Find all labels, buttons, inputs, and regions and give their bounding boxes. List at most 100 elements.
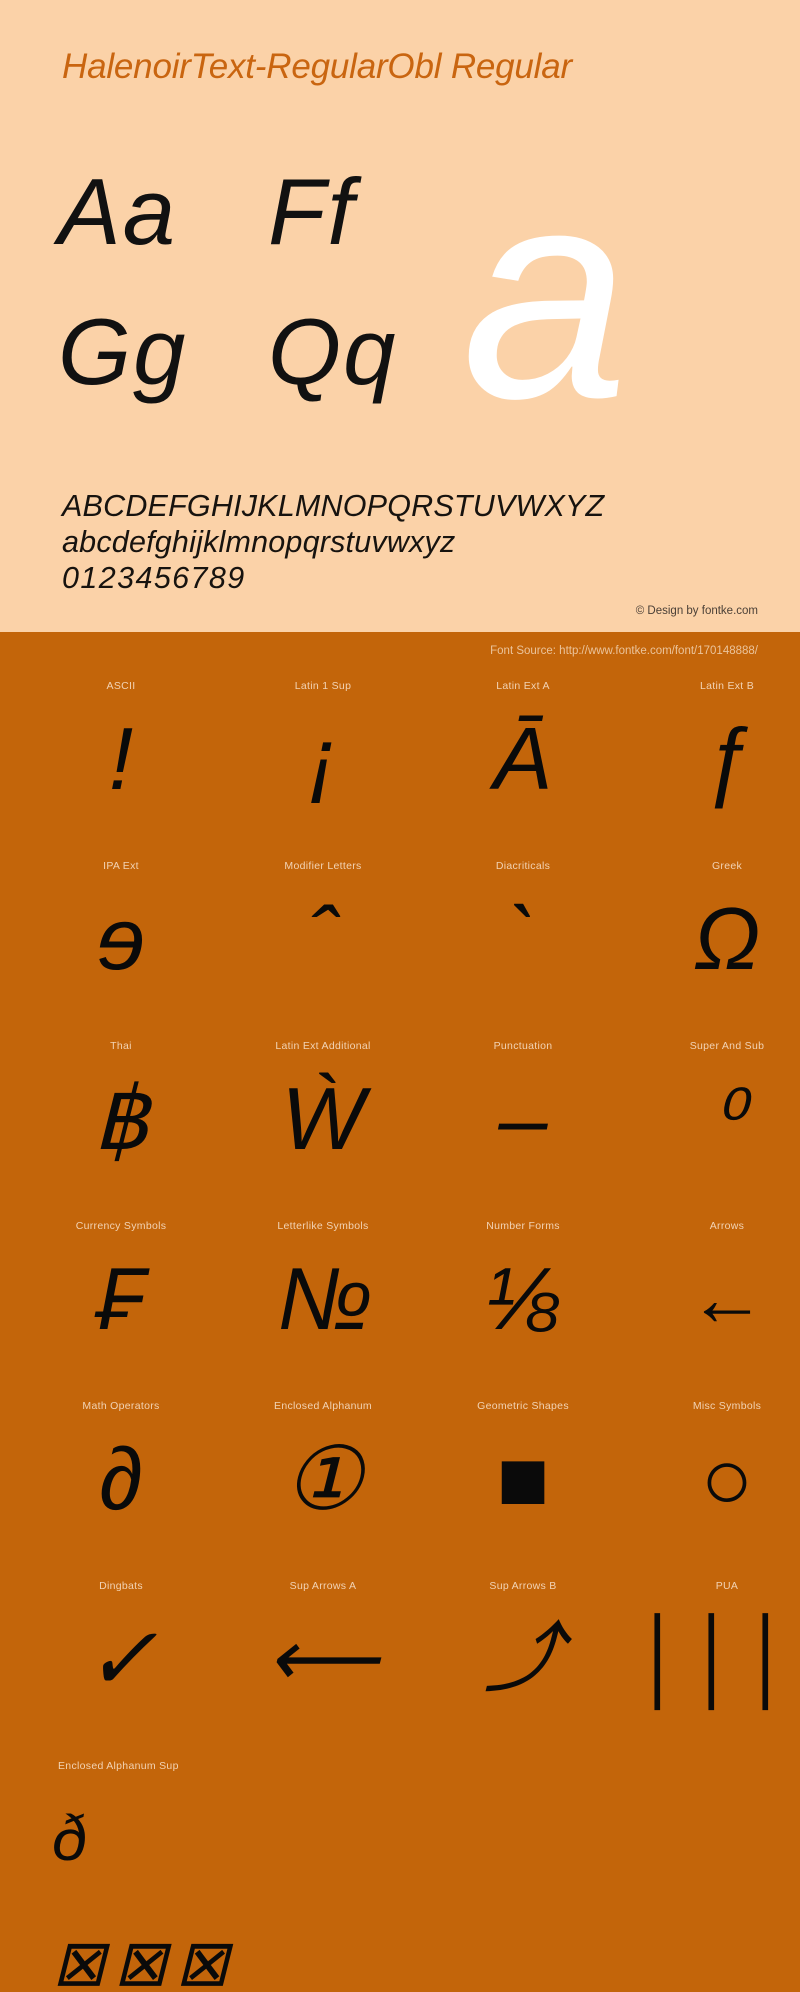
font-specimen-page: HalenoirText-RegularObl Regular Aa Ff Gg… bbox=[0, 0, 800, 1992]
unicode-block-label: Math Operators bbox=[82, 1400, 160, 1412]
unicode-block-modifier-letters: Modifier Letters ˆ bbox=[232, 860, 396, 1040]
unicode-block-punctuation: Punctuation – bbox=[432, 1040, 596, 1220]
unicode-block-glyph: Ẁ bbox=[281, 1069, 365, 1168]
letter-pair-row: Aa Ff bbox=[58, 165, 478, 305]
unicode-block-glyph: – bbox=[498, 1069, 548, 1168]
unicode-block-row: Math Operators ∂ Enclosed Alphanum ① Geo… bbox=[0, 1400, 800, 1580]
unicode-block-glyph: ← bbox=[688, 1254, 766, 1342]
unicode-block-label: Modifier Letters bbox=[284, 860, 362, 872]
letter-pair-grid: Aa Ff Gg Qq bbox=[58, 165, 478, 445]
letter-pair-qq: Qq bbox=[268, 299, 398, 404]
unicode-block-super-and-sub: Super And Sub ⁰ bbox=[636, 1040, 800, 1220]
unicode-block-label: Latin Ext B bbox=[699, 680, 755, 692]
unicode-block-misc-symbols: Misc Symbols ○ bbox=[636, 1400, 800, 1580]
alphabet-uppercase: ABCDEFGHIJKLMNOPQRSTUVWXYZ bbox=[62, 489, 605, 523]
unicode-block-label: Enclosed Alphanum bbox=[274, 1400, 372, 1412]
unicode-block-latin-1-sup: Latin 1 Sup ¡ bbox=[232, 680, 396, 860]
unicode-block-ascii: ASCII ! bbox=[30, 680, 194, 860]
unicode-block-glyph: ⟵ bbox=[267, 1614, 379, 1702]
unicode-block-label: Currency Symbols bbox=[75, 1220, 167, 1232]
unicode-block-glyph: ■ bbox=[496, 1429, 550, 1528]
unicode-block-glyph: ││││ bbox=[636, 1614, 800, 1703]
copyright-notice: © Design by fontke.com bbox=[635, 605, 758, 617]
unicode-block-thai: Thai ฿ bbox=[30, 1040, 194, 1220]
specimen-preview-section: HalenoirText-RegularObl Regular Aa Ff Gg… bbox=[0, 0, 800, 632]
unicode-block-latin-ext-a: Latin Ext A Ā bbox=[432, 680, 596, 860]
unicode-block-label: Number Forms bbox=[486, 1220, 560, 1232]
unicode-block-row: Dingbats ✓ Sup Arrows A ⟵ Sup Arrows B ⤴… bbox=[0, 1580, 800, 1760]
hero-glyph: a bbox=[462, 125, 629, 461]
unicode-block-letterlike-symbols: Letterlike Symbols № bbox=[232, 1220, 396, 1400]
unicode-block-glyph: Ā bbox=[493, 709, 553, 808]
unicode-block-greek: Greek Ω bbox=[636, 860, 800, 1040]
unicode-block-enclosed-alphanum-sup: Enclosed Alphanum Sup ð ⊠⊠⊠ bbox=[30, 1760, 229, 1992]
unicode-block-label: Punctuation bbox=[493, 1040, 553, 1052]
unicode-block-label: Thai bbox=[110, 1040, 132, 1052]
unicode-block-math-operators: Math Operators ∂ bbox=[30, 1400, 194, 1580]
unicode-block-diacriticals: Diacriticals ` bbox=[432, 860, 596, 1040]
unicode-block-geometric-shapes: Geometric Shapes ■ bbox=[432, 1400, 596, 1580]
letter-pair-aa: Aa bbox=[58, 159, 177, 264]
unicode-block-label: Diacriticals bbox=[495, 860, 551, 872]
unicode-block-label: Latin Ext Additional bbox=[275, 1040, 371, 1052]
letter-pair-gg: Gg bbox=[58, 299, 188, 404]
unicode-block-latin-ext-b: Latin Ext B ƒ bbox=[636, 680, 800, 860]
unicode-block-row: Currency Symbols ₣ Letterlike Symbols № … bbox=[0, 1220, 800, 1400]
unicode-block-pua: PUA ││││ bbox=[636, 1580, 800, 1760]
unicode-block-arrows: Arrows ← bbox=[636, 1220, 800, 1400]
unicode-block-number-forms: Number Forms ⅛ bbox=[432, 1220, 596, 1400]
font-source-link[interactable]: Font Source: http://www.fontke.com/font/… bbox=[490, 645, 758, 657]
unicode-block-enclosed-alphanum: Enclosed Alphanum ① bbox=[232, 1400, 396, 1580]
unicode-block-glyph: ð ⊠⊠⊠ bbox=[52, 1802, 237, 1992]
alphabet-specimen: ABCDEFGHIJKLMNOPQRSTUVWXYZ abcdefghijklm… bbox=[62, 488, 762, 596]
alphabet-digits: 0123456789 bbox=[62, 561, 246, 595]
unicode-block-label: PUA bbox=[715, 1580, 739, 1592]
letter-pair-row: Gg Qq bbox=[58, 305, 478, 445]
unicode-block-ipa-ext: IPA Ext ɘ bbox=[30, 860, 194, 1040]
unicode-block-sup-arrows-a: Sup Arrows A ⟵ bbox=[232, 1580, 396, 1760]
unicode-block-label: Letterlike Symbols bbox=[277, 1220, 369, 1232]
unicode-block-label: Arrows bbox=[709, 1220, 745, 1232]
unicode-block-glyph: ฿ bbox=[93, 1069, 149, 1168]
unicode-block-dingbats: Dingbats ✓ bbox=[30, 1580, 194, 1760]
unicode-block-glyph: ` bbox=[508, 889, 538, 988]
unicode-block-row: IPA Ext ɘ Modifier Letters ˆ Diacritical… bbox=[0, 860, 800, 1040]
unicode-block-label: Super And Sub bbox=[689, 1040, 765, 1052]
unicode-blocks-section: Font Source: http://www.fontke.com/font/… bbox=[0, 632, 800, 1992]
unicode-block-label: Latin Ext A bbox=[496, 680, 550, 692]
unicode-block-glyph: № bbox=[277, 1249, 372, 1348]
unicode-block-label: IPA Ext bbox=[103, 860, 139, 872]
unicode-block-latin-ext-additional: Latin Ext Additional Ẁ bbox=[232, 1040, 396, 1220]
unicode-block-label: Geometric Shapes bbox=[477, 1400, 569, 1412]
unicode-block-glyph: ⤴ bbox=[483, 1614, 562, 1702]
unicode-block-glyph: ¡ bbox=[308, 709, 338, 808]
unicode-block-row: Thai ฿ Latin Ext Additional Ẁ Punctuatio… bbox=[0, 1040, 800, 1220]
unicode-block-sup-arrows-b: Sup Arrows B ⤴ bbox=[432, 1580, 596, 1760]
unicode-block-glyph: ∂ bbox=[99, 1429, 143, 1528]
unicode-block-label: Dingbats bbox=[99, 1580, 143, 1592]
letter-pair-ff: Ff bbox=[268, 159, 356, 264]
unicode-block-glyph: ✓ bbox=[84, 1609, 158, 1708]
unicode-block-glyph: ○ bbox=[700, 1429, 754, 1528]
unicode-block-label: Sup Arrows B bbox=[489, 1580, 557, 1592]
unicode-block-label: ASCII bbox=[106, 680, 136, 692]
unicode-block-label: Sup Arrows A bbox=[289, 1580, 357, 1592]
unicode-block-glyph: ˆ bbox=[308, 889, 338, 988]
unicode-block-glyph: ① bbox=[283, 1429, 363, 1528]
unicode-block-grid: ASCII ! Latin 1 Sup ¡ Latin Ext A Ā Lati… bbox=[0, 680, 800, 1992]
unicode-block-glyph: ƒ bbox=[702, 709, 752, 808]
unicode-block-glyph: ⅛ bbox=[486, 1249, 560, 1348]
unicode-block-glyph: Ω bbox=[693, 889, 761, 988]
unicode-block-label: Enclosed Alphanum Sup bbox=[58, 1760, 179, 1772]
unicode-block-row: ASCII ! Latin 1 Sup ¡ Latin Ext A Ā Lati… bbox=[0, 680, 800, 860]
page-title: HalenoirText-RegularObl Regular bbox=[62, 47, 572, 86]
unicode-block-currency-symbols: Currency Symbols ₣ bbox=[30, 1220, 194, 1400]
unicode-block-glyph: ! bbox=[108, 709, 134, 808]
unicode-block-row: Enclosed Alphanum Sup ð ⊠⊠⊠ bbox=[0, 1760, 800, 1992]
alphabet-lowercase: abcdefghijklmnopqrstuvwxyz bbox=[62, 525, 456, 559]
unicode-block-glyph: ⁰ bbox=[711, 1074, 743, 1162]
letter-sample-area: Aa Ff Gg Qq a bbox=[0, 143, 800, 443]
unicode-block-label: Greek bbox=[711, 860, 743, 872]
unicode-block-glyph: ɘ bbox=[96, 889, 146, 988]
unicode-block-glyph: ₣ bbox=[96, 1249, 146, 1348]
